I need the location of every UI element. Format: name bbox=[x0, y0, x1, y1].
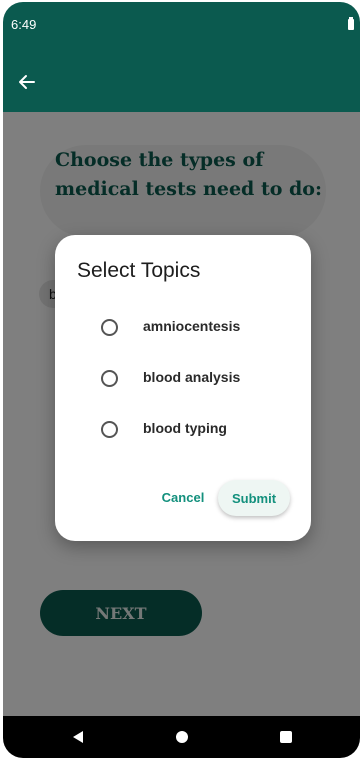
option-blood-typing[interactable]: blood typing bbox=[55, 410, 311, 450]
option-label: blood analysis bbox=[143, 369, 241, 385]
submit-button[interactable]: Submit bbox=[218, 480, 290, 516]
option-blood-analysis[interactable]: blood analysis bbox=[55, 359, 311, 399]
option-label: blood typing bbox=[143, 420, 227, 436]
system-nav-bar bbox=[3, 716, 360, 758]
select-topics-dialog: Select Topics amniocentesis blood analys… bbox=[55, 235, 311, 541]
recents-square-icon[interactable] bbox=[280, 731, 292, 743]
app-bar bbox=[3, 48, 360, 112]
dialog-title: Select Topics bbox=[77, 259, 201, 282]
option-amniocentesis[interactable]: amniocentesis bbox=[55, 308, 311, 348]
radio-unchecked-icon[interactable] bbox=[101, 370, 118, 387]
radio-unchecked-icon[interactable] bbox=[101, 319, 118, 336]
status-bar: 6:49 bbox=[3, 2, 360, 48]
back-triangle-icon[interactable] bbox=[73, 731, 83, 743]
home-circle-icon[interactable] bbox=[176, 731, 188, 743]
battery-icon bbox=[348, 17, 354, 30]
arrow-left-icon[interactable] bbox=[17, 72, 37, 92]
phone-screen: 6:49 Choose the types of medical tests n… bbox=[3, 2, 360, 758]
option-label: amniocentesis bbox=[143, 318, 241, 334]
radio-unchecked-icon[interactable] bbox=[101, 421, 118, 438]
cancel-button[interactable]: Cancel bbox=[153, 480, 213, 514]
status-time: 6:49 bbox=[11, 17, 37, 32]
